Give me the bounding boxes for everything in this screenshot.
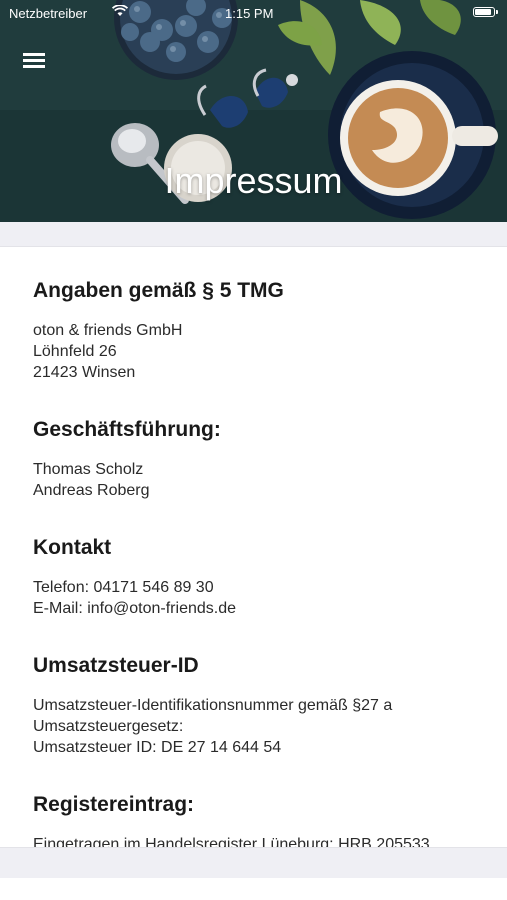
- impressum-content: Angaben gemäß § 5 TMG oton & friends Gmb…: [33, 262, 483, 873]
- vat-description: Umsatzsteuergesetz:: [33, 718, 184, 735]
- email-link[interactable]: E-Mail: info@oton-friends.de: [33, 598, 483, 619]
- section-body: Telefon: 04171 546 89 30 E-Mail: info@ot…: [33, 577, 483, 619]
- manager-name: Thomas Scholz: [33, 461, 144, 478]
- header-image: Netzbetreiber 1:15 PM Impressum: [0, 0, 507, 222]
- wifi-icon: [111, 4, 129, 20]
- section-body: Thomas Scholz Andreas Roberg: [33, 459, 483, 501]
- section-contact: Kontakt Telefon: 04171 546 89 30 E-Mail:…: [33, 519, 483, 619]
- section-title: Kontakt: [33, 536, 112, 559]
- company-name: oton & friends GmbH: [33, 322, 183, 339]
- page-title: Impressum: [164, 160, 343, 201]
- section-title: Geschäftsführung:: [33, 418, 221, 441]
- phone-link[interactable]: Telefon: 04171 546 89 30: [33, 577, 483, 598]
- section-divider-top: [0, 222, 507, 247]
- section-divider-bottom: [0, 847, 507, 878]
- section-title: Angaben gemäß § 5 TMG: [33, 279, 284, 302]
- section-title: Umsatzsteuer-ID: [33, 654, 199, 677]
- carrier-label: Netzbetreiber: [9, 6, 88, 21]
- section-tmg: Angaben gemäß § 5 TMG oton & friends Gmb…: [33, 262, 483, 383]
- manager-name: Andreas Roberg: [33, 482, 150, 499]
- hamburger-menu-icon[interactable]: [22, 50, 48, 70]
- section-body: Umsatzsteuer-Identifikationsnummer gemäß…: [33, 695, 483, 758]
- section-register: Registereintrag: Eingetragen im Handelsr…: [33, 776, 483, 855]
- city-address: 21423 Winsen: [33, 364, 136, 381]
- section-vat-id: Umsatzsteuer-ID Umsatzsteuer-Identifikat…: [33, 637, 483, 758]
- section-title: Registereintrag:: [33, 793, 195, 816]
- section-body: oton & friends GmbH Löhnfeld 26 21423 Wi…: [33, 320, 483, 383]
- battery-icon: [473, 7, 498, 17]
- section-management: Geschäftsführung: Thomas Scholz Andreas …: [33, 401, 483, 501]
- vat-description: Umsatzsteuer-Identifikationsnummer gemäß…: [33, 697, 393, 714]
- status-bar: Netzbetreiber 1:15 PM: [0, 0, 507, 26]
- clock-label: 1:15 PM: [225, 6, 274, 21]
- street-address: Löhnfeld 26: [33, 343, 117, 360]
- vat-number: Umsatzsteuer ID: DE 27 14 644 54: [33, 739, 282, 756]
